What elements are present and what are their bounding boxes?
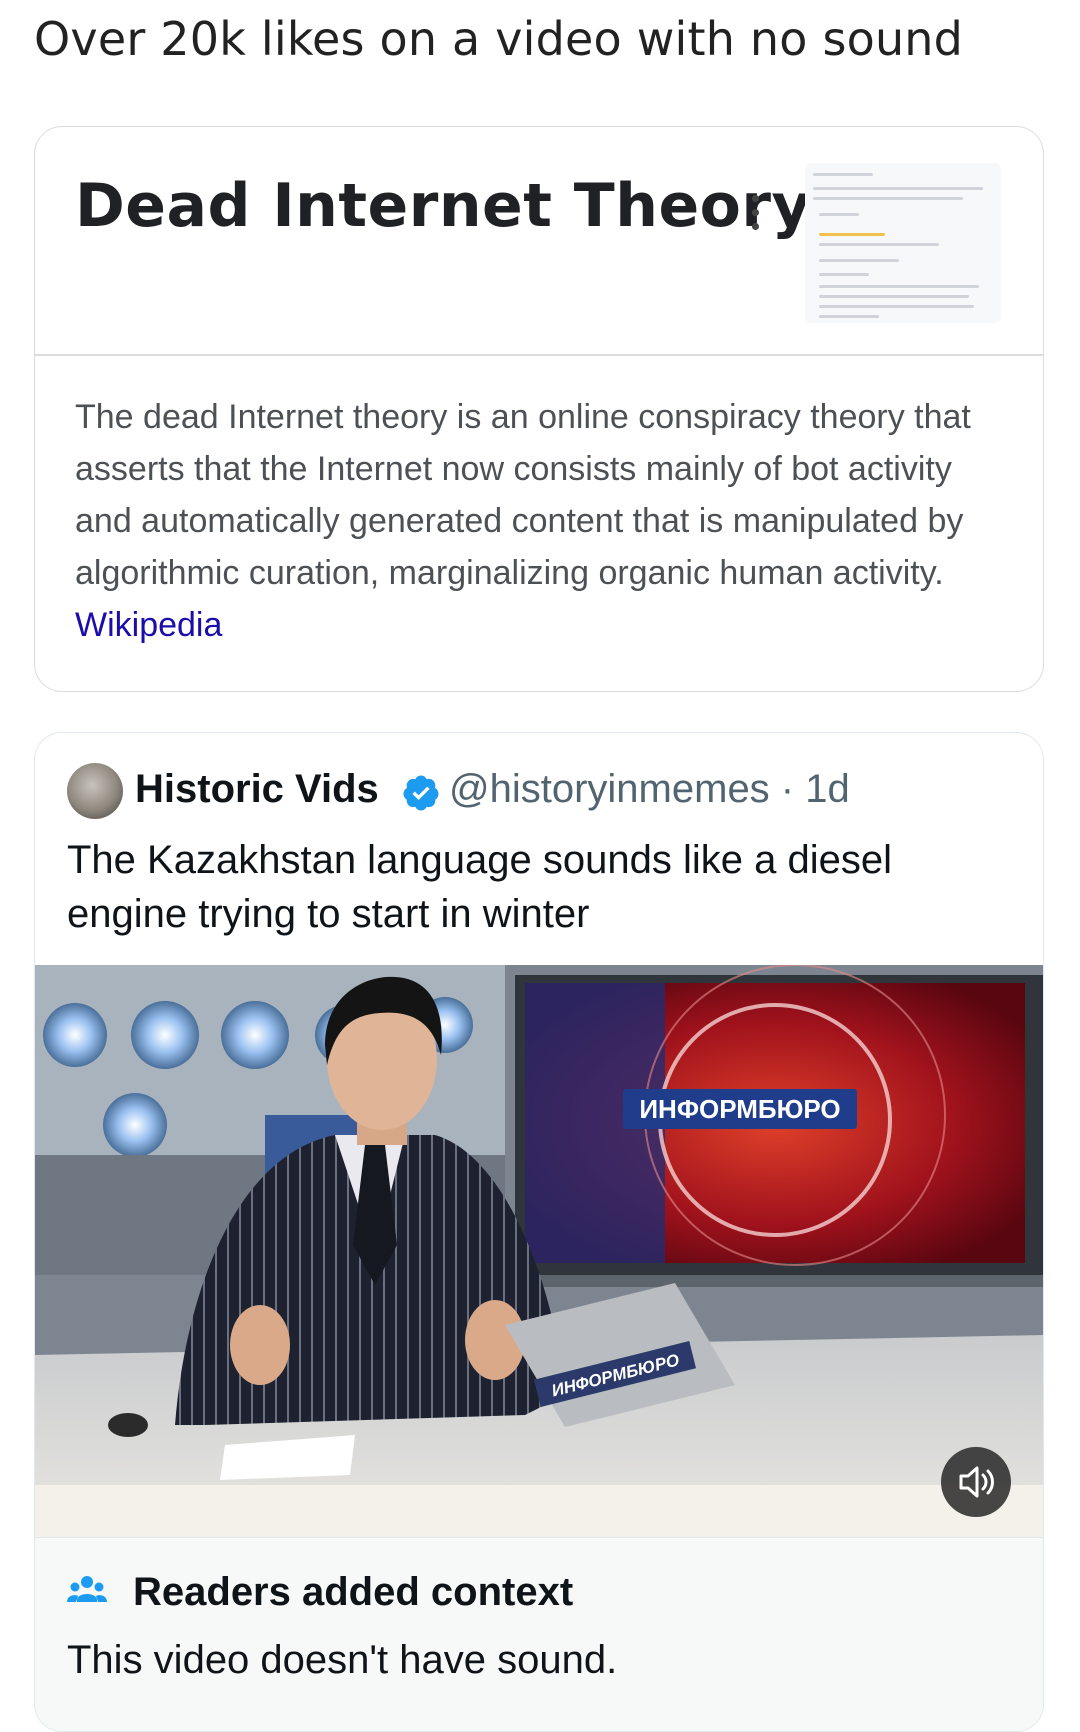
knowledge-panel-thumbnail[interactable] <box>805 163 1001 323</box>
post-caption: Over 20k likes on a video with no sound <box>34 12 964 66</box>
readers-group-icon <box>67 1576 107 1602</box>
speaker-muted-icon <box>959 1466 994 1498</box>
unmute-button[interactable] <box>941 1447 1011 1517</box>
author-name[interactable]: Historic Vids <box>135 767 379 812</box>
knowledge-panel-description: The dead Internet theory is an online co… <box>75 391 1005 651</box>
description-text: The dead Internet theory is an online co… <box>75 398 971 592</box>
author-handle-and-time[interactable]: @historyinmemes · 1d <box>449 767 850 812</box>
video-player[interactable]: ИНФОРМБЮРО ИНФОРМБЮРО <box>35 965 1043 1537</box>
community-note: Readers added context This video doesn't… <box>35 1537 1043 1731</box>
tweet-card[interactable]: Historic Vids @historyinmemes · 1d The K… <box>34 732 1044 1732</box>
screen-logo: ИНФОРМБЮРО <box>639 1094 840 1124</box>
community-note-title: Readers added context <box>133 1570 574 1614</box>
avatar[interactable] <box>67 763 123 819</box>
more-options-icon[interactable] <box>747 195 763 255</box>
verified-badge-icon <box>403 775 439 811</box>
knowledge-panel-title: Dead Internet Theory <box>75 171 812 241</box>
knowledge-panel-header: Dead Internet Theory <box>35 127 1043 356</box>
community-note-text: This video doesn't have sound. <box>67 1638 618 1682</box>
tweet-text: The Kazakhstan language sounds like a di… <box>67 838 892 936</box>
knowledge-panel: Dead Internet Theory The dead Internet t… <box>34 126 1044 692</box>
video-frame: ИНФОРМБЮРО ИНФОРМБЮРО <box>35 965 1043 1537</box>
wikipedia-link[interactable]: Wikipedia <box>75 606 222 644</box>
